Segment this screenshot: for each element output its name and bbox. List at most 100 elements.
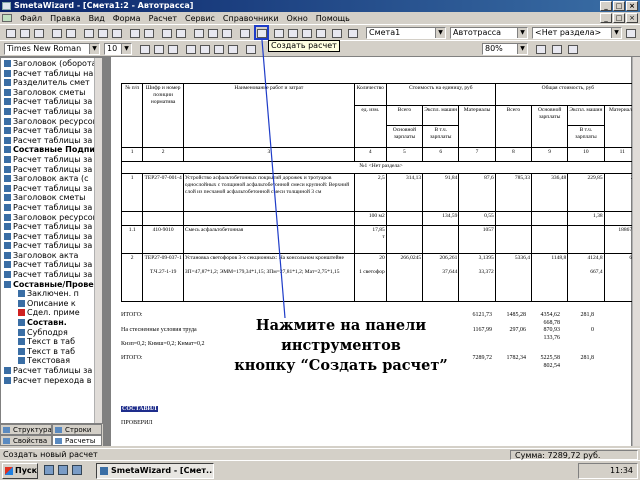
paste-icon[interactable] <box>110 27 123 39</box>
recalc-icon[interactable] <box>272 27 285 39</box>
minimize-button[interactable]: _ <box>600 1 612 11</box>
taskbar-app-button[interactable]: SmetaWizard - [Смет... <box>96 463 214 479</box>
borders-icon[interactable] <box>244 43 257 55</box>
redo-icon[interactable] <box>142 27 155 39</box>
tree-item[interactable]: Расчет таблицы за <box>4 107 102 117</box>
close-button[interactable]: × <box>626 1 638 11</box>
chevron-down-icon[interactable]: ▼ <box>611 28 621 38</box>
tree-item[interactable]: Заголовок ресурсов <box>4 117 102 127</box>
check-icon[interactable] <box>286 27 299 39</box>
find-icon[interactable] <box>160 27 173 39</box>
tree-item[interactable]: Расчет таблицы за <box>4 270 102 280</box>
tab-calculations[interactable]: Расчеты <box>52 435 102 446</box>
refs-icon[interactable] <box>346 27 359 39</box>
tab-rows[interactable]: Строки <box>52 424 102 435</box>
tree-item[interactable]: Заголовок ресурсов <box>4 213 102 223</box>
italic-icon[interactable] <box>152 43 165 55</box>
page-setup-icon[interactable] <box>534 43 547 55</box>
tree-item[interactable]: Составные Подписи <box>4 145 102 155</box>
estimate-select[interactable]: Смета1 ▼ <box>366 27 446 39</box>
tree-item[interactable]: Сдел. приме <box>4 308 102 318</box>
menu-window[interactable]: Окно <box>283 14 312 23</box>
tree-item[interactable]: Расчет таблицы за <box>4 97 102 107</box>
tree-item[interactable]: Составн. <box>4 318 102 328</box>
options-icon[interactable] <box>330 27 343 39</box>
tree-item[interactable]: Расчет таблицы за <box>4 126 102 136</box>
tree-item[interactable]: Заголовок сметы <box>4 193 102 203</box>
tree-item[interactable]: Описание к <box>4 299 102 309</box>
chevron-down-icon[interactable]: ▼ <box>89 44 99 54</box>
tree-item[interactable]: Расчет таблицы за <box>4 155 102 165</box>
cut-icon[interactable] <box>82 27 95 39</box>
align-left-icon[interactable] <box>184 43 197 55</box>
menu-service[interactable]: Сервис <box>181 14 219 23</box>
copy-icon[interactable] <box>96 27 109 39</box>
tree-item[interactable]: Субподря <box>4 328 102 338</box>
doc-restore-button[interactable]: □ <box>613 13 625 23</box>
zoom-select[interactable]: 80% ▼ <box>482 43 528 55</box>
tree-item[interactable]: Расчет таблицы за <box>4 366 102 376</box>
calc-icon[interactable] <box>238 27 251 39</box>
save-icon[interactable] <box>32 27 45 39</box>
menu-help[interactable]: Помощь <box>312 14 354 23</box>
menu-edit[interactable]: Правка <box>46 14 84 23</box>
export-icon[interactable] <box>300 27 313 39</box>
font-size-select[interactable]: 10 ▼ <box>104 43 132 55</box>
print-icon[interactable] <box>50 27 63 39</box>
structure-tree[interactable]: Заголовок (оборота) Расчет таблицы на Разд… <box>0 57 103 424</box>
desktop-icon[interactable] <box>44 465 54 475</box>
justify-icon[interactable] <box>226 43 239 55</box>
object-select[interactable]: Автотрасса ▼ <box>450 27 528 39</box>
section-edit-icon[interactable] <box>624 27 637 39</box>
section-select[interactable]: <Нет раздела> ▼ <box>532 27 622 39</box>
tree-item[interactable]: Расчет таблицы за <box>4 136 102 146</box>
tree-item[interactable]: Текст в таб <box>4 347 102 357</box>
underline-icon[interactable] <box>166 43 179 55</box>
menu-refs[interactable]: Справочники <box>219 14 283 23</box>
new-icon[interactable] <box>4 27 17 39</box>
excel-icon[interactable] <box>314 27 327 39</box>
tree-item[interactable]: Расчет таблицы за <box>4 260 102 270</box>
tab-properties[interactable]: Свойства <box>0 435 52 446</box>
tree-item[interactable]: Расчет таблицы за <box>4 165 102 175</box>
bold-icon[interactable] <box>138 43 151 55</box>
table-row[interactable]: 1 ТЕР27-07-001-4 Устройство асфальтобето… <box>120 173 633 212</box>
replace-icon[interactable] <box>174 27 187 39</box>
tree-item[interactable]: Расчет перехода в <box>4 376 102 386</box>
chevron-down-icon[interactable]: ▼ <box>121 44 131 54</box>
undo-icon[interactable] <box>128 27 141 39</box>
tree-item[interactable]: Текстовая <box>4 356 102 366</box>
chevron-down-icon[interactable]: ▼ <box>517 44 527 54</box>
tab-structure[interactable]: Структура <box>0 424 52 435</box>
chevron-down-icon[interactable]: ▼ <box>435 28 445 38</box>
align-right-icon[interactable] <box>212 43 225 55</box>
doc-close-button[interactable]: × <box>626 13 638 23</box>
tree-item[interactable]: Расчет таблицы за <box>4 203 102 213</box>
maximize-button[interactable]: □ <box>613 1 625 11</box>
doc-minimize-button[interactable]: _ <box>600 13 612 23</box>
align-center-icon[interactable] <box>198 43 211 55</box>
tree-item[interactable]: Разделитель смет <box>4 78 102 88</box>
menu-view[interactable]: Вид <box>85 14 109 23</box>
font-select[interactable]: Times New Roman ▼ <box>4 43 100 55</box>
page-next-icon[interactable] <box>566 43 579 55</box>
table-row[interactable]: 1.1 410-9010 Смесь асфальтобетонная 17,8… <box>120 225 633 254</box>
tree-item[interactable]: Расчет таблицы на <box>4 69 102 79</box>
delete-row-icon[interactable] <box>206 27 219 39</box>
insert-row-icon[interactable] <box>192 27 205 39</box>
tree-item[interactable]: Заголовок акта (с <box>4 174 102 184</box>
menu-form[interactable]: Форма <box>109 14 145 23</box>
start-button[interactable]: Пуск <box>2 463 38 479</box>
tree-item[interactable]: Составные/Прове <box>4 280 102 290</box>
table-row[interactable]: 2 ТЕР27-09-037-1 Т.Ч.27-1-19 Установка св… <box>120 253 633 302</box>
document-scrollbar[interactable] <box>632 57 640 446</box>
menu-calc[interactable]: Расчет <box>145 14 181 23</box>
tree-item[interactable]: Расчет таблицы за <box>4 184 102 194</box>
tree-item[interactable]: Расчет таблицы за <box>4 232 102 242</box>
tree-item[interactable]: Расчет таблицы за <box>4 222 102 232</box>
tree-item[interactable]: Заголовок (оборота) <box>4 59 102 69</box>
table-row[interactable]: 100 м2 134,59 0,55 1,38 <box>120 211 633 226</box>
tree-item[interactable]: Заголовок сметы <box>4 88 102 98</box>
page-prev-icon[interactable] <box>550 43 563 55</box>
tree-scrollbar[interactable] <box>94 58 102 423</box>
